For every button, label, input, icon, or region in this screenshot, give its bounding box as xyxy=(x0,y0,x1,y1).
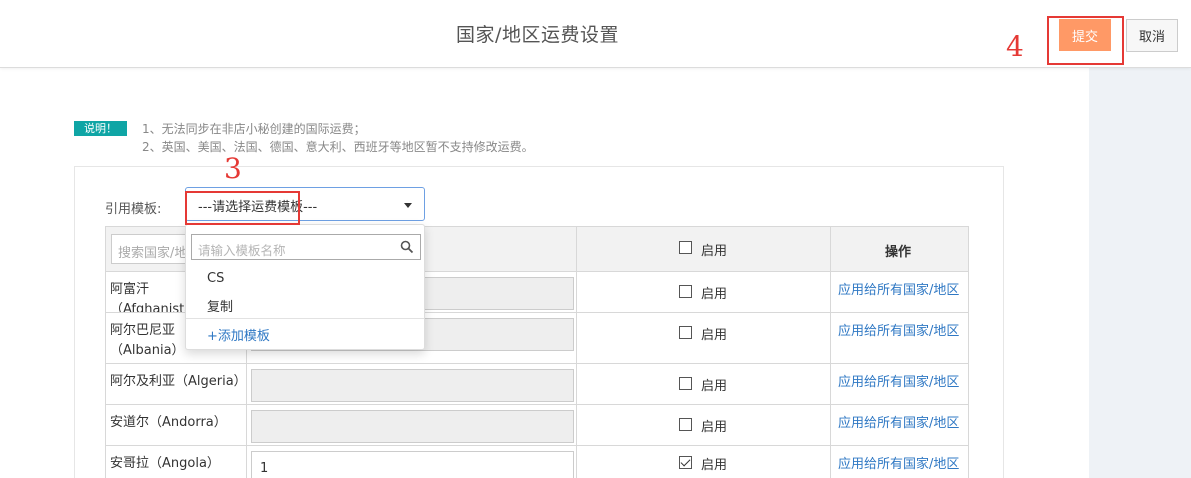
apply-all-link[interactable]: 应用给所有国家/地区 xyxy=(838,453,959,472)
template-option[interactable]: 复制 xyxy=(207,296,233,315)
enable-label: 启用 xyxy=(701,379,728,394)
table-row-action-cell: 应用给所有国家/地区 xyxy=(830,363,969,405)
annotation-number-3: 3 xyxy=(224,152,242,185)
caret-down-icon xyxy=(404,203,412,208)
template-dropdown: 请输入模板名称 CS 复制 +添加模板 xyxy=(185,224,425,350)
header-action-label: 操作 xyxy=(885,245,912,260)
fee-input[interactable] xyxy=(251,369,574,402)
submit-button[interactable]: 提交 xyxy=(1059,19,1111,51)
apply-all-link[interactable]: 应用给所有国家/地区 xyxy=(838,412,959,431)
table-row-enable-cell: 启用 xyxy=(576,404,831,446)
table-row-fee-cell xyxy=(246,404,577,446)
enable-checkbox-checked[interactable] xyxy=(679,456,692,469)
dropdown-divider xyxy=(186,318,424,319)
cancel-button[interactable]: 取消 xyxy=(1126,19,1178,52)
header-action-cell: 操作 xyxy=(830,226,969,272)
header-enable-cell: 启用 xyxy=(576,226,831,272)
table-row-action-cell: 应用给所有国家/地区 xyxy=(830,404,969,446)
enable-checkbox[interactable] xyxy=(679,326,692,339)
template-search-placeholder: 请输入模板名称 xyxy=(198,243,286,258)
table-row-country: 阿尔及利亚（Algeria） xyxy=(105,363,247,405)
template-search-input[interactable]: 请输入模板名称 xyxy=(191,234,421,260)
table-row-action-cell: 应用给所有国家/地区 xyxy=(830,312,969,364)
apply-all-link[interactable]: 应用给所有国家/地区 xyxy=(838,279,959,298)
right-side-panel xyxy=(1089,68,1191,478)
table-row-action-cell: 应用给所有国家/地区 xyxy=(830,271,969,313)
header-enable-label: 启用 xyxy=(701,244,728,259)
fee-input[interactable]: 1 xyxy=(251,451,574,478)
template-option[interactable]: CS xyxy=(207,271,224,286)
enable-label: 启用 xyxy=(701,328,728,343)
annotation-number-4: 4 xyxy=(1006,30,1024,63)
template-select[interactable]: ---请选择运费模板--- xyxy=(185,187,425,221)
enable-label: 启用 xyxy=(701,420,728,435)
enable-checkbox[interactable] xyxy=(679,418,692,431)
enable-checkbox[interactable] xyxy=(679,377,692,390)
page: 国家/地区运费设置 提交 取消 说明！ 1、无法同步在非店小秘创建的国际运费； … xyxy=(0,0,1191,478)
notice-line-1: 1、无法同步在非店小秘创建的国际运费； xyxy=(142,122,366,136)
apply-all-link[interactable]: 应用给所有国家/地区 xyxy=(838,320,959,339)
enable-all-checkbox[interactable] xyxy=(679,241,692,254)
table-row-enable-cell: 启用 xyxy=(576,445,831,478)
template-label: 引用模板: xyxy=(105,202,162,217)
notice-line-2: 2、英国、美国、法国、德国、意大利、西班牙等地区暂不支持修改运费。 xyxy=(142,140,534,154)
table-row-enable-cell: 启用 xyxy=(576,363,831,405)
fee-input[interactable] xyxy=(251,410,574,443)
table-row-fee-cell: 1 xyxy=(246,445,577,478)
table-row-enable-cell: 启用 xyxy=(576,271,831,313)
enable-checkbox[interactable] xyxy=(679,285,692,298)
table-row-action-cell: 应用给所有国家/地区 xyxy=(830,445,969,478)
table-row-enable-cell: 启用 xyxy=(576,312,831,364)
table-row-fee-cell xyxy=(246,363,577,405)
enable-label: 启用 xyxy=(701,287,728,302)
table-row-country: 安道尔（Andorra） xyxy=(105,404,247,446)
template-select-value: ---请选择运费模板--- xyxy=(198,200,318,215)
search-icon xyxy=(400,240,414,254)
page-title: 国家/地区运费设置 xyxy=(456,24,619,46)
add-template-link[interactable]: +添加模板 xyxy=(207,325,270,344)
enable-label: 启用 xyxy=(701,458,728,473)
apply-all-link[interactable]: 应用给所有国家/地区 xyxy=(838,371,959,390)
table-row-country: 安哥拉（Angola） xyxy=(105,445,247,478)
notice-badge: 说明！ xyxy=(74,121,127,136)
